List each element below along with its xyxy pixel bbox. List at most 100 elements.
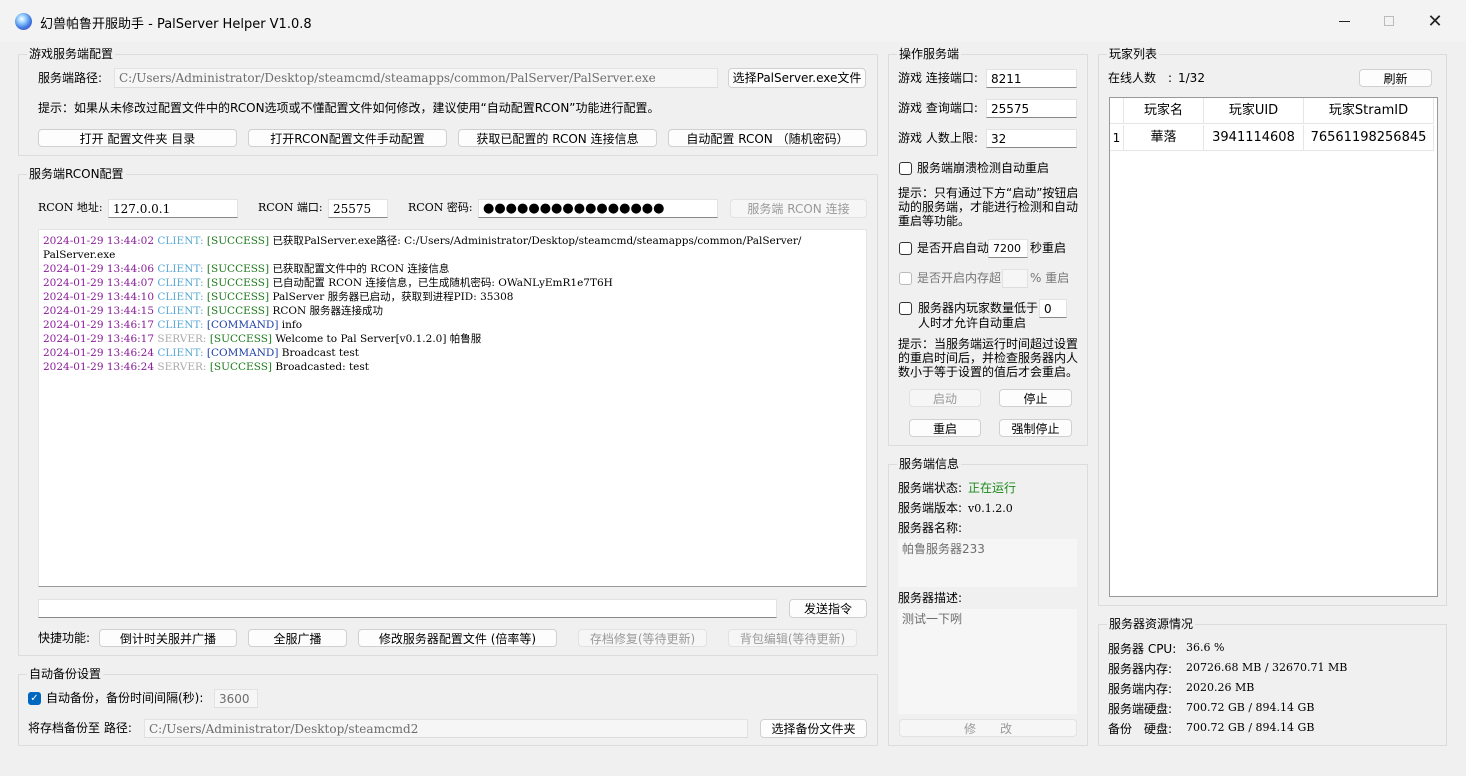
backup-path-field[interactable]: C:/Users/Administrator/Desktop/steamcmd2 bbox=[144, 719, 748, 738]
auto-backup-checkbox[interactable]: ✓ bbox=[28, 692, 41, 705]
server-path-field[interactable]: C:/Users/Administrator/Desktop/steamcmd/… bbox=[114, 68, 718, 88]
backup-interval-input[interactable]: 3600 bbox=[214, 689, 258, 708]
log-tag: [SUCCESS] bbox=[206, 235, 270, 247]
log-message: Broadcasted: test bbox=[275, 361, 369, 373]
restart-button[interactable]: 重启 bbox=[909, 419, 981, 437]
max-players-label: 游戏 人数上限: bbox=[898, 131, 978, 145]
log-tag: [SUCCESS] bbox=[209, 333, 272, 345]
rcon-addr-input[interactable]: 127.0.0.1 bbox=[108, 199, 238, 218]
config-hint: 提示：如果从未修改过配置文件中的RCON选项或不懂配置文件如何修改，建议使用“自… bbox=[38, 101, 660, 115]
log-message: info bbox=[281, 319, 303, 331]
modify-button[interactable]: 修 改 bbox=[899, 719, 1077, 737]
log-message: 已自动配置 RCON 连接信息，已生成随机密码: OWaNLyEmR1e7T6H bbox=[272, 277, 613, 289]
log-source: CLIENT: bbox=[157, 235, 204, 247]
open-config-folder-button[interactable]: 打开 配置文件夹 目录 bbox=[38, 129, 237, 147]
refresh-button[interactable]: 刷新 bbox=[1359, 69, 1432, 87]
server-mem-value: 20726.68 MB / 32670.71 MB bbox=[1186, 661, 1348, 674]
countdown-shutdown-button[interactable]: 倒计时关服并广播 bbox=[99, 629, 237, 647]
rcon-password-input[interactable]: ●●●●●●●●●●●●●●●● bbox=[478, 199, 718, 218]
get-rcon-info-button[interactable]: 获取已配置的 RCON 连接信息 bbox=[458, 129, 657, 147]
player-name-cell[interactable]: 華落 bbox=[1124, 125, 1204, 151]
log-timestamp: 2024-01-29 13:46:24 bbox=[43, 347, 155, 359]
status-value: 正在运行 bbox=[968, 481, 1017, 495]
rcon-addr-label: RCON 地址: bbox=[38, 201, 103, 214]
query-port-input[interactable]: 25575 bbox=[986, 99, 1077, 118]
auto-restart-label: 是否开启自动 bbox=[917, 241, 990, 255]
maximize-button[interactable] bbox=[1366, 5, 1412, 37]
mem-restart-input[interactable] bbox=[1002, 269, 1028, 288]
title-bar: 幻兽帕鲁开服助手 - PalServer Helper V1.0.8 ✕ bbox=[0, 0, 1466, 42]
row-index: 1 bbox=[1110, 125, 1124, 151]
log-timestamp: 2024-01-29 13:44:06 bbox=[43, 263, 155, 275]
crash-restart-checkbox[interactable] bbox=[899, 162, 912, 175]
auto-restart-seconds-input[interactable]: 7200 bbox=[988, 239, 1028, 258]
open-rcon-config-button[interactable]: 打开RCON配置文件手动配置 bbox=[248, 129, 447, 147]
player-steamid-cell[interactable]: 76561198256845 bbox=[1304, 125, 1434, 151]
status-label: 服务端状态: bbox=[898, 481, 963, 495]
backup-disk-label: 备份 硬盘: bbox=[1108, 722, 1173, 736]
log-line: 2024-01-29 13:46:17 CLIENT: [COMMAND] in… bbox=[43, 318, 862, 332]
window-title: 幻兽帕鲁开服助手 - PalServer Helper V1.0.8 bbox=[40, 17, 312, 32]
log-timestamp: 2024-01-29 13:44:10 bbox=[43, 291, 155, 303]
table-corner bbox=[1110, 98, 1124, 124]
player-cond-checkbox[interactable] bbox=[899, 302, 912, 315]
send-command-button[interactable]: 发送指令 bbox=[789, 599, 867, 618]
log-line: 2024-01-29 13:44:10 CLIENT: [SUCCESS] Pa… bbox=[43, 290, 862, 304]
log-source: SERVER: bbox=[157, 333, 207, 345]
rcon-connect-button[interactable]: 服务端 RCON 连接 bbox=[730, 199, 867, 218]
inventory-edit-button[interactable]: 背包编辑(等待更新) bbox=[728, 629, 857, 647]
edit-server-config-button[interactable]: 修改服务器配置文件 (倍率等) bbox=[358, 629, 557, 647]
max-players-input[interactable]: 32 bbox=[986, 129, 1077, 148]
player-uid-cell[interactable]: 3941114608 bbox=[1204, 125, 1304, 151]
rcon-title: 服务端RCON配置 bbox=[27, 167, 126, 181]
mem-restart-checkbox[interactable] bbox=[899, 272, 912, 285]
backup-path-label: 将存档备份至 路径: bbox=[28, 721, 132, 735]
log-timestamp: 2024-01-29 13:44:02 bbox=[43, 235, 155, 247]
server-path-label: 服务端路径: bbox=[38, 71, 103, 85]
log-line: 2024-01-29 13:46:17 SERVER: [SUCCESS] We… bbox=[43, 332, 862, 346]
player-cond-input[interactable]: 0 bbox=[1039, 299, 1067, 318]
start-button[interactable]: 启动 bbox=[909, 389, 981, 407]
broadcast-button[interactable]: 全服广播 bbox=[248, 629, 347, 647]
log-tag: [SUCCESS] bbox=[209, 361, 272, 373]
server-name-field[interactable]: 帕鲁服务器233 bbox=[898, 539, 1077, 587]
save-repair-button[interactable]: 存档修复(等待更新) bbox=[578, 629, 707, 647]
minimize-button[interactable] bbox=[1321, 5, 1367, 37]
log-line-continuation: PalServer.exe bbox=[43, 249, 116, 261]
players-table[interactable]: 玩家名 玩家UID 玩家StramID 1 華落 3941114608 7656… bbox=[1109, 97, 1438, 597]
ops-hint-2: 提示：当服务端运行时间超过设置的重启时间后，并检查服务器内人数小于等于设置的值后… bbox=[898, 337, 1079, 379]
backup-disk-value: 700.72 GB / 894.14 GB bbox=[1186, 721, 1315, 734]
col-header-uid[interactable]: 玩家UID bbox=[1204, 98, 1304, 124]
server-desc-field[interactable]: 测试一下咧 bbox=[898, 609, 1077, 714]
conn-port-input[interactable]: 8211 bbox=[986, 69, 1077, 88]
log-message: RCON 服务器连接成功 bbox=[272, 305, 384, 317]
log-source: CLIENT: bbox=[157, 277, 204, 289]
log-console[interactable]: 2024-01-29 13:44:02 CLIENT: [SUCCESS] 已获… bbox=[38, 229, 867, 587]
cpu-value: 36.6 % bbox=[1186, 641, 1225, 654]
log-message: PalServer 服务器已启动，获取到进程PID: 35308 bbox=[272, 291, 514, 303]
auto-config-rcon-button[interactable]: 自动配置 RCON （随机密码） bbox=[668, 129, 867, 147]
log-tag: [COMMAND] bbox=[206, 319, 279, 331]
auto-restart-checkbox[interactable] bbox=[899, 242, 912, 255]
col-header-name[interactable]: 玩家名 bbox=[1124, 98, 1204, 124]
version-label: 服务端版本: bbox=[898, 501, 963, 515]
close-icon: ✕ bbox=[1427, 10, 1443, 32]
select-exe-button[interactable]: 选择PalServer.exe文件 bbox=[728, 68, 866, 88]
log-source: CLIENT: bbox=[157, 305, 204, 317]
rcon-port-label: RCON 端口: bbox=[258, 201, 323, 214]
server-disk-label: 服务端硬盘: bbox=[1108, 702, 1173, 716]
close-button[interactable]: ✕ bbox=[1412, 5, 1458, 37]
players-title: 玩家列表 bbox=[1107, 47, 1160, 61]
log-tag: [SUCCESS] bbox=[206, 291, 270, 303]
col-header-steamid[interactable]: 玩家StramID bbox=[1304, 98, 1434, 124]
ops-title: 操作服务端 bbox=[897, 47, 962, 61]
command-input[interactable] bbox=[38, 599, 777, 618]
maximize-icon bbox=[1384, 16, 1394, 26]
auto-restart-suffix: 秒重启 bbox=[1030, 241, 1067, 255]
force-stop-button[interactable]: 强制停止 bbox=[999, 419, 1072, 437]
game-config-title: 游戏服务端配置 bbox=[27, 47, 116, 61]
auto-backup-label: 自动备份，备份时间间隔(秒): bbox=[46, 691, 204, 705]
stop-button[interactable]: 停止 bbox=[999, 389, 1072, 407]
rcon-port-input[interactable]: 25575 bbox=[328, 199, 388, 218]
select-backup-folder-button[interactable]: 选择备份文件夹 bbox=[760, 719, 867, 738]
